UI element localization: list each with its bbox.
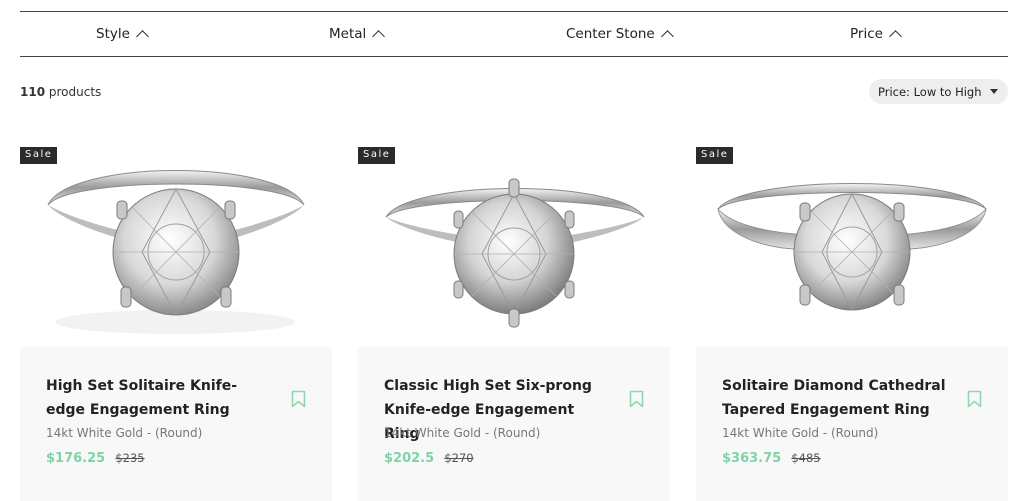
chevron-up-icon [136, 30, 149, 43]
product-image[interactable]: Sale [20, 147, 332, 347]
sale-badge: Sale [20, 147, 58, 164]
chevron-up-icon [660, 30, 674, 43]
sale-price: $176.25 [46, 451, 106, 466]
sort-label: Price: Low to High [878, 84, 982, 99]
product-name[interactable]: Solitaire Diamond Cathedral Tapered Enga… [722, 374, 950, 422]
filter-bar: Style Metal Center Stone Price [20, 11, 1008, 57]
filter-center-stone[interactable]: Center Stone [566, 12, 674, 56]
product-metal: 14kt White Gold - (Round) [722, 426, 879, 440]
filter-metal[interactable]: Metal [329, 12, 386, 56]
sale-badge: Sale [358, 147, 396, 164]
product-card[interactable]: Sale Classic High Set Six-prong Knife-ed… [358, 147, 670, 501]
sale-price: $202.5 [384, 451, 435, 466]
ring-cathedral-icon [717, 183, 987, 312]
filter-price-label: Price [850, 26, 883, 42]
bookmark-icon[interactable] [967, 390, 982, 408]
product-info: Classic High Set Six-prong Knife-edge En… [358, 347, 670, 501]
product-count-number: 110 [20, 85, 46, 99]
chevron-up-icon [372, 30, 386, 43]
filter-metal-label: Metal [329, 26, 367, 42]
product-price: $202.5 $270 [384, 451, 474, 466]
product-metal: 14kt White Gold - (Round) [46, 426, 203, 440]
product-count: 110 products [20, 85, 101, 99]
sale-badge: Sale [696, 147, 734, 164]
product-image[interactable]: Sale [358, 147, 670, 347]
bookmark-icon[interactable] [291, 390, 306, 408]
bookmark-icon[interactable] [629, 390, 644, 408]
filter-style[interactable]: Style [96, 12, 149, 56]
original-price: $270 [444, 451, 474, 465]
sale-price: $363.75 [722, 451, 782, 466]
filter-center-stone-label: Center Stone [566, 26, 655, 42]
product-info: Solitaire Diamond Cathedral Tapered Enga… [696, 347, 1008, 501]
ring-4-prong-icon [47, 170, 305, 334]
product-price: $176.25 $235 [46, 451, 145, 466]
product-count-word: products [48, 85, 102, 99]
original-price: $235 [115, 451, 145, 465]
filter-style-label: Style [96, 26, 130, 42]
product-card[interactable]: Sale Solitaire Diamond Cathedral Tapered… [696, 147, 1008, 501]
caret-down-icon [990, 89, 998, 94]
chevron-up-icon [889, 30, 902, 43]
product-image[interactable]: Sale [696, 147, 1008, 347]
product-name[interactable]: High Set Solitaire Knife-edge Engagement… [46, 374, 274, 422]
product-info: High Set Solitaire Knife-edge Engagement… [20, 347, 332, 501]
product-metal: 14kt White Gold - (Round) [384, 426, 541, 440]
filter-price[interactable]: Price [850, 12, 902, 56]
original-price: $485 [791, 451, 821, 465]
product-price: $363.75 $485 [722, 451, 821, 466]
ring-6-prong-icon [385, 178, 645, 328]
product-card[interactable]: Sale High Set Solitaire Knife-edge Engag… [20, 147, 332, 501]
sort-dropdown[interactable]: Price: Low to High [869, 79, 1008, 104]
